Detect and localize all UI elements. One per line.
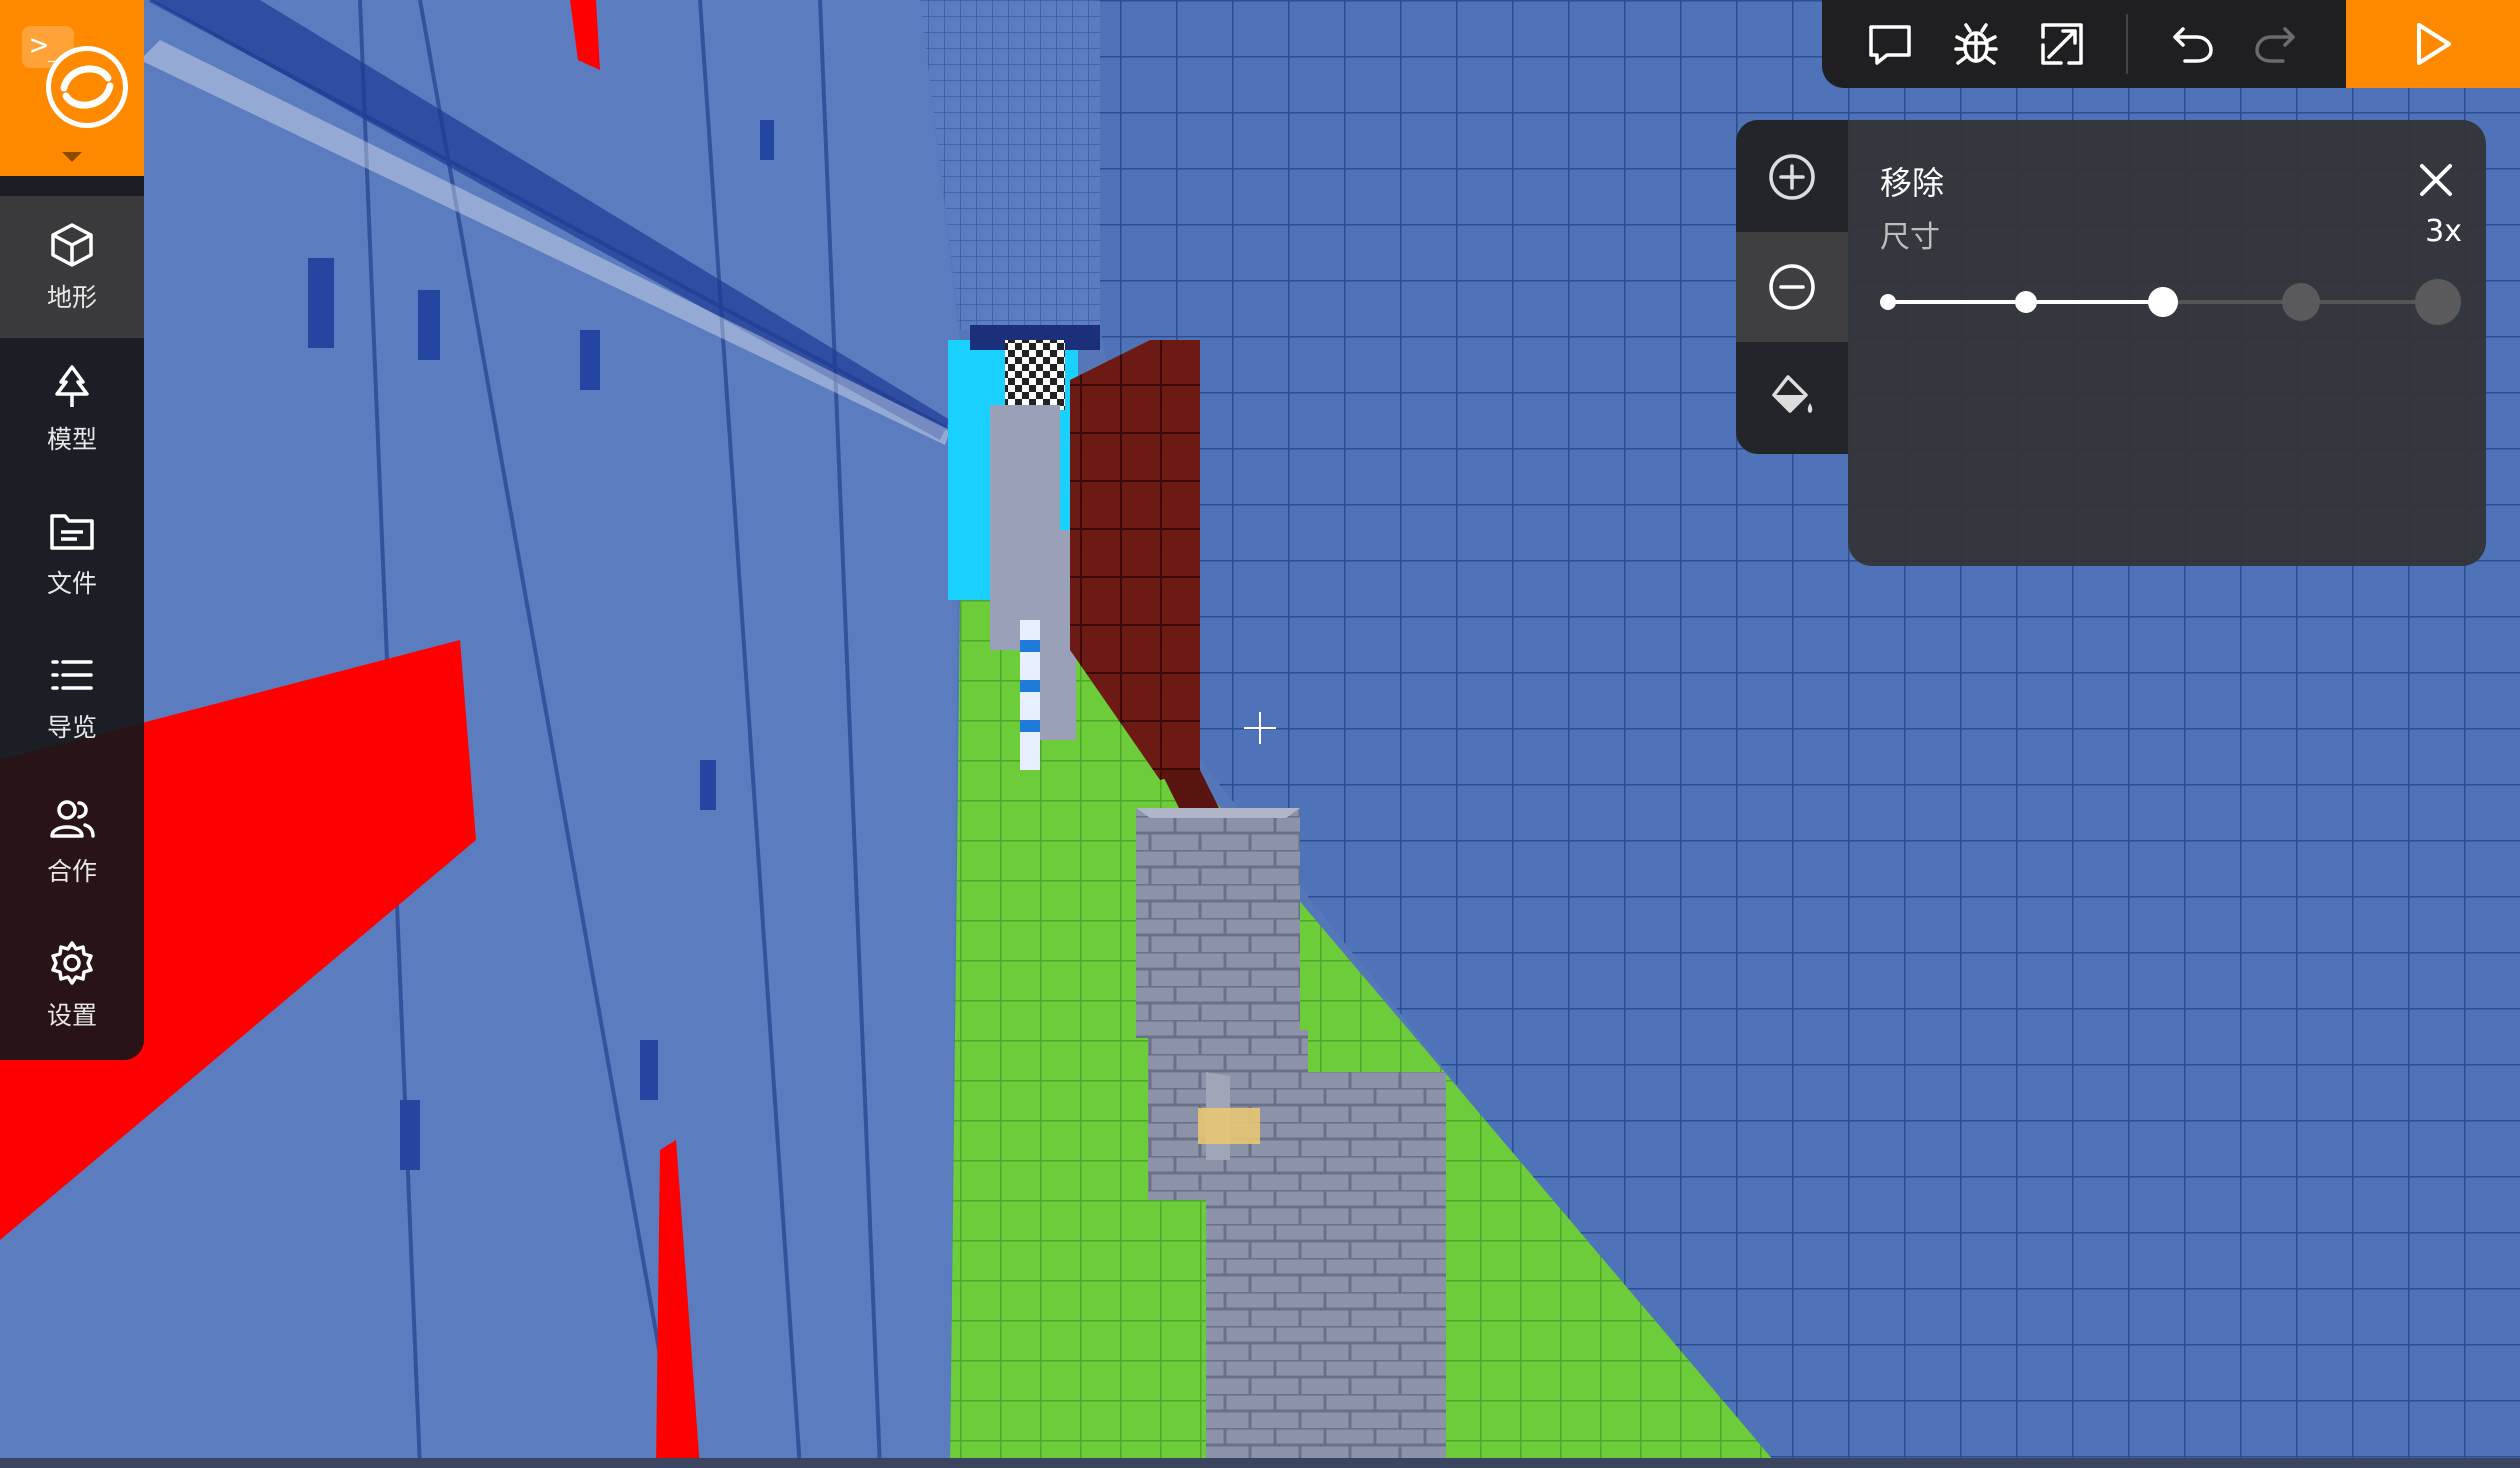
terrain-tool-column	[1736, 120, 1848, 454]
sidebar-item-files[interactable]: 文件	[0, 482, 144, 624]
toolbar-divider	[2126, 14, 2128, 74]
add-block-icon	[1769, 154, 1815, 200]
size-value: 3x	[2425, 214, 2462, 249]
undo-button[interactable]	[2162, 14, 2222, 74]
close-icon	[2420, 164, 2452, 196]
sidebar-item-terrain[interactable]: 地形	[0, 196, 144, 338]
file-icon	[50, 514, 94, 550]
chevron-down-icon[interactable]	[62, 152, 82, 162]
remove-block-icon	[1769, 264, 1815, 310]
app-logo	[46, 46, 128, 128]
redo-icon	[2255, 27, 2295, 63]
gear-icon	[51, 941, 93, 985]
debug-button[interactable]	[1946, 14, 2006, 74]
slider-stop-5x[interactable]	[2415, 279, 2461, 325]
comment-button[interactable]	[1860, 14, 1920, 74]
cube-icon	[51, 223, 93, 267]
sidebar-item-label: 地形	[46, 283, 97, 312]
panel-title: 移除	[1880, 164, 1945, 202]
paint-bucket-icon	[1772, 375, 1813, 413]
chat-icon	[1869, 25, 1911, 65]
brush-settings-panel: 移除 尺寸 3x	[1848, 120, 2486, 566]
slider-stop-1x[interactable]	[1880, 294, 1896, 310]
undo-icon	[2173, 27, 2213, 63]
slider-stop-2x[interactable]	[2014, 291, 2037, 313]
sidebar-item-collaborate[interactable]: 合作	[0, 770, 144, 912]
slider-stop-4x[interactable]	[2281, 283, 2320, 321]
bug-icon	[1954, 23, 1998, 65]
fullscreen-button[interactable]	[2032, 14, 2092, 74]
list-icon	[51, 660, 93, 690]
sidebar-item-settings[interactable]: 设置	[0, 914, 144, 1056]
sidebar-item-label: 模型	[46, 425, 97, 454]
top-toolbar	[1822, 0, 2520, 88]
remove-block-button[interactable]	[1736, 232, 1848, 342]
sidebar-item-label: 合作	[46, 857, 97, 886]
play-icon	[2417, 23, 2451, 65]
sidebar-item-label: 导览	[46, 713, 97, 742]
slider-stop-3x[interactable]	[2148, 287, 2178, 317]
sidebar-item-label: 设置	[46, 1001, 97, 1030]
app-logo-block[interactable]: >_	[0, 0, 144, 176]
tree-icon	[55, 365, 89, 407]
users-icon	[50, 800, 95, 838]
add-block-button[interactable]	[1736, 122, 1848, 232]
redo-button[interactable]	[2246, 14, 2306, 74]
sidebar-item-models[interactable]: 模型	[0, 338, 144, 480]
sidebar-item-navigator[interactable]: 导览	[0, 626, 144, 768]
resize-icon	[2041, 23, 2083, 65]
size-slider[interactable]	[1880, 278, 2461, 328]
size-label: 尺寸	[1880, 220, 1940, 255]
left-sidebar: >_ 地形 模型 文件 导览 合作 设置	[0, 0, 144, 1060]
play-button[interactable]	[2346, 0, 2520, 88]
paint-button[interactable]	[1736, 342, 1848, 452]
close-button[interactable]	[2414, 158, 2458, 202]
sidebar-item-label: 文件	[46, 569, 97, 598]
